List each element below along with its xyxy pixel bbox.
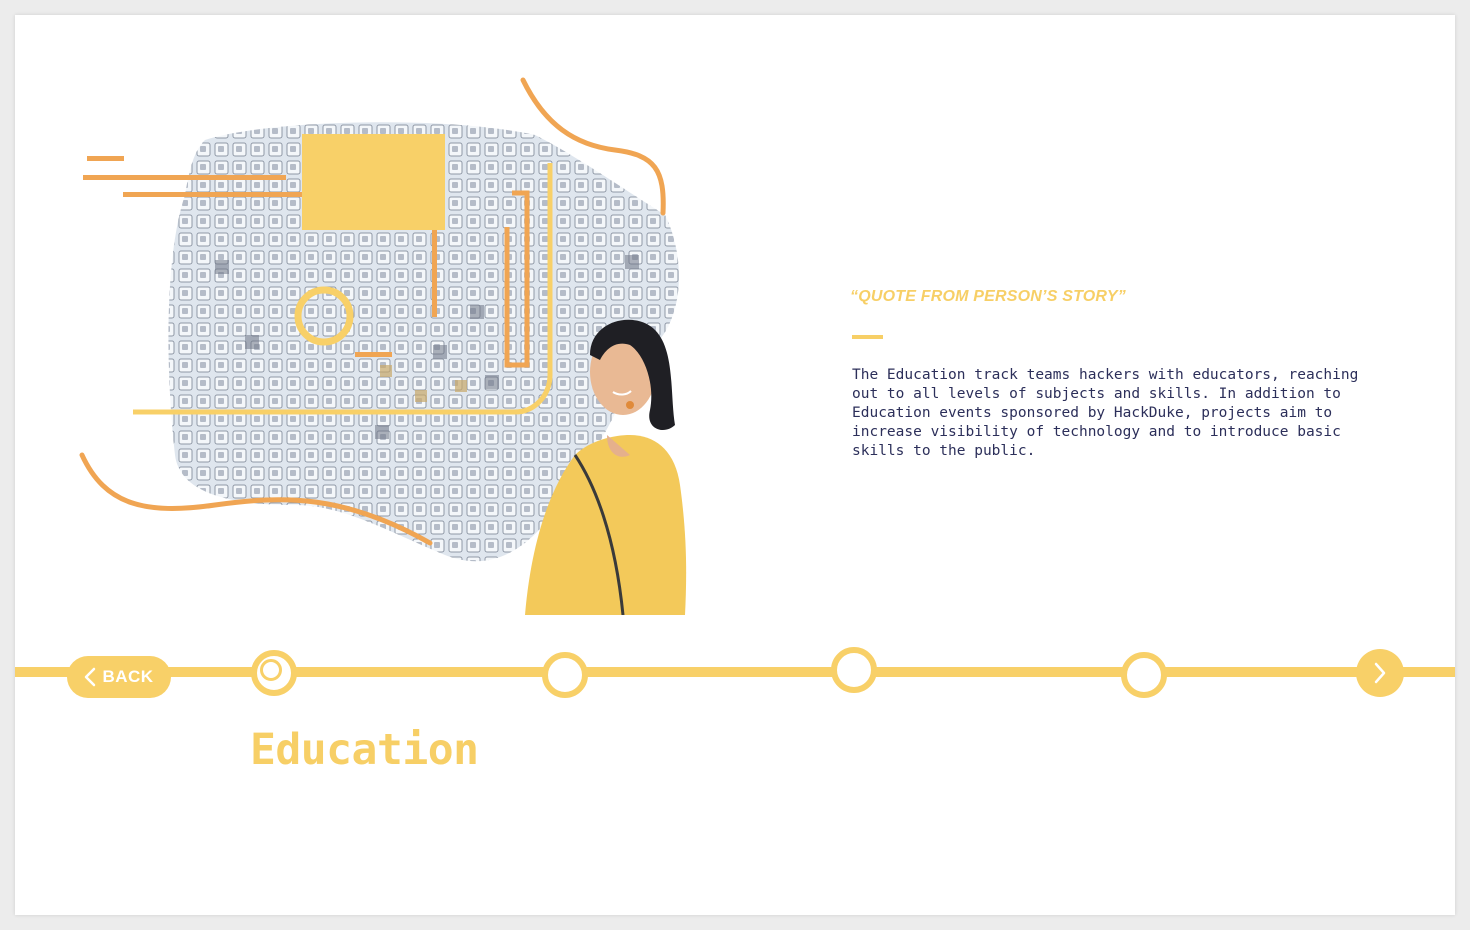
orange-line-2 <box>83 175 286 180</box>
yellow-block <box>302 134 445 230</box>
timeline-node-education[interactable] <box>251 650 297 696</box>
quote-divider <box>852 335 883 339</box>
chevron-left-icon <box>85 667 96 687</box>
timeline-track <box>15 667 1455 677</box>
timeline-node-4[interactable] <box>1121 652 1167 698</box>
section-title: Education <box>250 725 479 775</box>
back-button-label: BACK <box>102 667 154 686</box>
orange-line-1 <box>87 156 124 161</box>
next-button[interactable] <box>1356 649 1404 697</box>
back-button[interactable]: BACK <box>67 656 171 698</box>
timeline-node-2[interactable] <box>542 652 588 698</box>
page-card: “QUOTE FROM PERSON’S STORY” The Educatio… <box>15 15 1455 915</box>
story-quote: “QUOTE FROM PERSON’S STORY” <box>850 288 1126 305</box>
chevron-right-icon <box>1374 662 1386 684</box>
orange-dash <box>355 352 392 357</box>
timeline-node-3[interactable] <box>831 647 877 693</box>
hero-illustration <box>79 77 687 615</box>
story-description: The Education track teams hackers with e… <box>852 367 1359 459</box>
